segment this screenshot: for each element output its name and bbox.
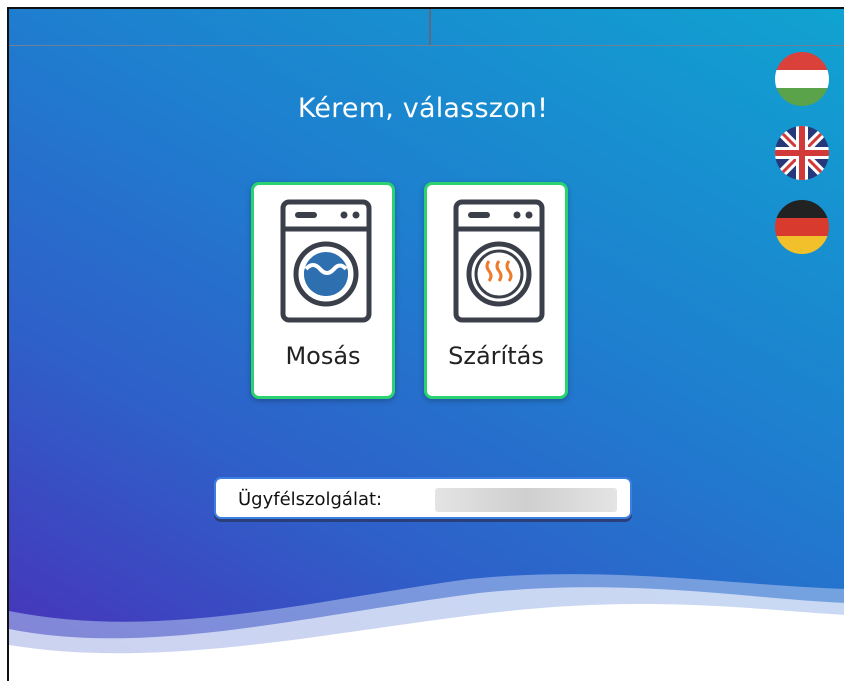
decorative-waves (9, 574, 844, 681)
language-hungarian-button[interactable] (775, 52, 829, 106)
washing-option-button[interactable]: Mosás (251, 182, 395, 399)
washing-option-label: Mosás (285, 342, 361, 370)
germany-flag-icon (775, 200, 829, 254)
drying-option-label: Szárítás (448, 342, 544, 370)
top-bar (9, 9, 844, 46)
dryer-icon (453, 199, 545, 323)
customer-service-number-redacted (435, 488, 617, 512)
customer-service-label: Ügyfélszolgálat: (238, 489, 383, 510)
washing-machine-icon (280, 199, 372, 323)
top-bar-left (9, 9, 431, 45)
language-english-button[interactable] (775, 126, 829, 180)
top-bar-right (431, 9, 844, 45)
uk-flag-icon (775, 126, 829, 180)
prompt-title: Kérem, válasszon! (297, 93, 549, 124)
language-german-button[interactable] (775, 200, 829, 254)
hungary-flag-icon (775, 52, 829, 106)
drying-option-button[interactable]: Szárítás (424, 182, 568, 399)
customer-service-box[interactable]: Ügyfélszolgálat: (214, 477, 632, 519)
